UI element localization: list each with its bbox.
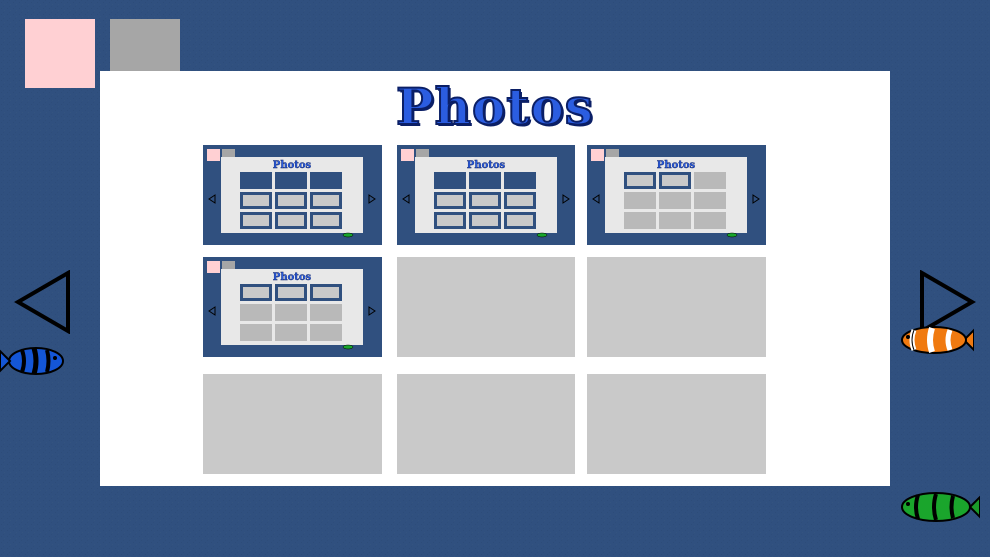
empty-photo-slot[interactable] [203, 374, 382, 474]
orange-clownfish-icon [901, 326, 974, 354]
green-fish-icon [901, 492, 980, 522]
page-title: Photos [395, 76, 594, 137]
photo-thumbnail[interactable]: Photos [397, 145, 575, 245]
svg-text:Photos: Photos [273, 272, 312, 283]
svg-text:Photos: Photos [273, 160, 312, 171]
prev-page-icon[interactable] [14, 270, 74, 334]
photo-thumbnail[interactable]: Photos [587, 145, 766, 245]
blue-fish-icon [0, 347, 64, 375]
empty-photo-slot[interactable] [587, 257, 766, 357]
empty-photo-slot[interactable] [397, 257, 575, 357]
photo-thumbnail[interactable]: Photos [203, 257, 382, 357]
empty-photo-slot[interactable] [397, 374, 575, 474]
svg-text:Photos: Photos [467, 160, 506, 171]
photo-thumbnail[interactable]: Photos [203, 145, 382, 245]
svg-text:Photos: Photos [657, 160, 696, 171]
empty-photo-slot[interactable] [587, 374, 766, 474]
